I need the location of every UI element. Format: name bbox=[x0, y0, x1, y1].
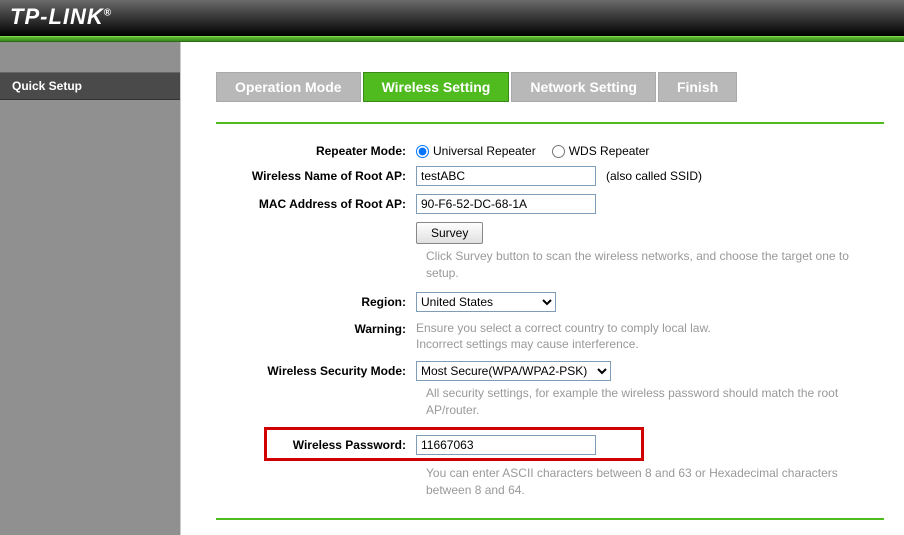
radio-wds-repeater[interactable]: WDS Repeater bbox=[552, 144, 650, 158]
password-label: Wireless Password: bbox=[216, 438, 416, 452]
mac-input[interactable] bbox=[416, 194, 596, 214]
repeater-mode-label: Repeater Mode: bbox=[216, 144, 416, 158]
tab-operation-mode[interactable]: Operation Mode bbox=[216, 72, 361, 102]
main-panel: Operation Mode Wireless Setting Network … bbox=[180, 42, 904, 535]
brand-logo: TP-LINK® bbox=[10, 4, 112, 29]
wireless-name-label: Wireless Name of Root AP: bbox=[216, 169, 416, 183]
sidebar-item-quick-setup[interactable]: Quick Setup bbox=[0, 72, 180, 100]
region-label: Region: bbox=[216, 295, 416, 309]
mac-label: MAC Address of Root AP: bbox=[216, 197, 416, 211]
divider-bottom bbox=[216, 518, 884, 520]
warning-text: Ensure you select a correct country to c… bbox=[416, 320, 711, 354]
header: TP-LINK® bbox=[0, 0, 904, 36]
form: Repeater Mode: Universal Repeater WDS Re… bbox=[216, 144, 884, 498]
security-mode-select[interactable]: Most Secure(WPA/WPA2-PSK) bbox=[416, 361, 611, 381]
ssid-note: (also called SSID) bbox=[606, 169, 702, 183]
tab-finish[interactable]: Finish bbox=[658, 72, 737, 102]
warning-label: Warning: bbox=[216, 320, 416, 336]
radio-universal-repeater[interactable]: Universal Repeater bbox=[416, 144, 536, 158]
survey-hint: Click Survey button to scan the wireless… bbox=[426, 248, 884, 282]
security-hint: All security settings, for example the w… bbox=[426, 385, 884, 419]
wireless-name-input[interactable] bbox=[416, 166, 596, 186]
wizard-tabs: Operation Mode Wireless Setting Network … bbox=[216, 72, 884, 102]
sidebar-item-label: Quick Setup bbox=[12, 79, 82, 93]
radio-universal-input[interactable] bbox=[416, 145, 429, 158]
region-select[interactable]: United States bbox=[416, 292, 556, 312]
radio-wds-input[interactable] bbox=[552, 145, 565, 158]
radio-universal-label: Universal Repeater bbox=[433, 144, 536, 158]
radio-wds-label: WDS Repeater bbox=[569, 144, 650, 158]
tab-wireless-setting[interactable]: Wireless Setting bbox=[363, 72, 510, 102]
password-hint: You can enter ASCII characters between 8… bbox=[426, 465, 884, 499]
password-input[interactable] bbox=[416, 435, 596, 455]
tab-network-setting[interactable]: Network Setting bbox=[511, 72, 656, 102]
sidebar: Quick Setup bbox=[0, 42, 180, 535]
survey-button[interactable]: Survey bbox=[416, 222, 483, 244]
security-mode-label: Wireless Security Mode: bbox=[216, 364, 416, 378]
divider bbox=[216, 122, 884, 124]
